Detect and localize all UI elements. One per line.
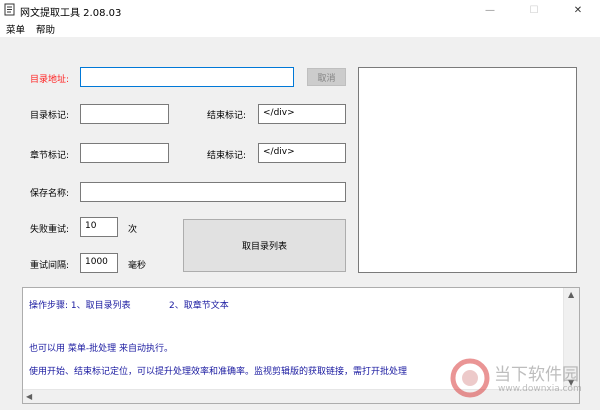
retry-label: 失败重试: <box>30 225 70 235</box>
retry-value: 10 <box>85 221 97 231</box>
dir-mark-label: 目录标记: <box>30 111 70 121</box>
chapter-mark-label: 章节标记: <box>30 151 70 161</box>
chapter-mark-input[interactable] <box>80 143 169 163</box>
watermark-logo-icon <box>450 358 490 398</box>
maximize-icon: ☐ <box>529 4 539 16</box>
watermark-title: 当下软件园 <box>494 365 579 385</box>
dir-address-input[interactable] <box>80 67 294 87</box>
get-list-button[interactable]: 取目录列表 <box>183 219 346 272</box>
watermark: 当下软件园 www.downxia.com <box>448 354 598 404</box>
window-title: 网文提取工具 2.08.03 <box>20 8 122 19</box>
menu-item-help[interactable]: 帮助 <box>36 22 55 36</box>
close-icon: ✕ <box>573 4 583 16</box>
interval-label: 重试间隔: <box>30 261 70 271</box>
save-name-label: 保存名称: <box>30 189 70 199</box>
dir-end-value: </div> <box>263 108 295 118</box>
scroll-up-icon[interactable]: ▲ <box>568 290 574 299</box>
cancel-button[interactable]: 取消 <box>307 68 346 86</box>
dir-end-label: 结束标记: <box>207 111 247 121</box>
app-icon <box>4 3 16 17</box>
chapter-end-label: 结束标记: <box>207 151 247 161</box>
dir-end-input[interactable]: </div> <box>258 104 346 124</box>
instruction-step2: 2、取章节文本 <box>169 301 229 311</box>
instruction-batch: 也可以用 菜单-批处理 来自动执行。 <box>29 344 173 354</box>
instruction-step1: 操作步骤: 1、取目录列表 <box>29 301 131 311</box>
save-name-input[interactable] <box>80 182 346 202</box>
maximize-button[interactable]: ☐ <box>512 0 556 20</box>
get-list-label: 取目录列表 <box>241 242 287 252</box>
retry-input[interactable]: 10 <box>80 217 118 237</box>
instruction-tips: 使用开始、结束标记定位，可以提升处理效率和准确率。监视剪辑版的获取链接，需打开批… <box>29 367 408 377</box>
menu-bar <box>0 20 600 37</box>
chapter-end-value: </div> <box>263 147 295 157</box>
watermark-url: www.downxia.com <box>498 384 582 394</box>
dir-mark-input[interactable] <box>80 104 169 124</box>
retry-unit: 次 <box>128 225 138 235</box>
close-button[interactable]: ✕ <box>556 0 600 20</box>
interval-input[interactable]: 1000 <box>80 253 118 273</box>
dir-address-label: 目录地址: <box>30 75 70 85</box>
scroll-left-icon[interactable]: ◀ <box>26 392 32 401</box>
menu-item-menu[interactable]: 菜单 <box>6 22 25 36</box>
cancel-label: 取消 <box>317 73 336 84</box>
chapter-end-input[interactable]: </div> <box>258 143 346 163</box>
minimize-icon: — <box>485 4 495 16</box>
minimize-button[interactable]: — <box>468 0 512 20</box>
interval-unit: 毫秒 <box>128 261 147 271</box>
interval-value: 1000 <box>85 257 108 267</box>
directory-list[interactable] <box>358 67 577 273</box>
